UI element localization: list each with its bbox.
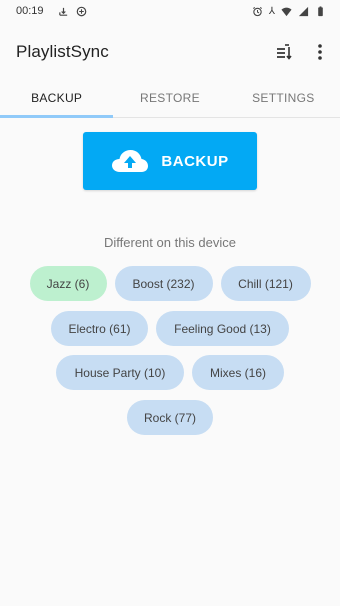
chip-chill[interactable]: Chill (121) bbox=[220, 266, 311, 301]
tab-bar: BACKUP RESTORE SETTINGS bbox=[0, 80, 340, 118]
chip-electro[interactable]: Electro (61) bbox=[51, 311, 148, 346]
app-bar: PlaylistSync bbox=[0, 24, 340, 80]
chip-rock[interactable]: Rock (77) bbox=[127, 400, 213, 435]
cloud-upload-icon bbox=[112, 150, 149, 172]
chip-row: Rock (77) bbox=[0, 400, 340, 435]
network-type-label: ⅄ bbox=[268, 6, 275, 17]
status-right-icons: ⅄ bbox=[252, 5, 326, 18]
app-title: PlaylistSync bbox=[16, 42, 109, 61]
alarm-icon bbox=[252, 6, 262, 17]
sort-icon bbox=[277, 44, 292, 60]
more-vert-icon bbox=[318, 44, 322, 60]
signal-icon bbox=[298, 6, 309, 17]
wifi-icon bbox=[281, 7, 292, 17]
section-label: Different on this device bbox=[104, 235, 236, 250]
chip-mixes[interactable]: Mixes (16) bbox=[192, 355, 284, 390]
data-saver-icon bbox=[76, 6, 87, 17]
chip-row: Electro (61) Feeling Good (13) bbox=[0, 311, 340, 346]
playlist-chip-group: Jazz (6) Boost (232) Chill (121) Electro… bbox=[0, 266, 340, 445]
status-time: 00:19 bbox=[16, 5, 44, 17]
download-icon bbox=[59, 7, 68, 16]
battery-icon bbox=[318, 6, 323, 17]
sort-button[interactable] bbox=[272, 40, 296, 64]
more-options-button[interactable] bbox=[310, 40, 330, 64]
chip-boost[interactable]: Boost (232) bbox=[114, 266, 213, 301]
tab-settings[interactable]: SETTINGS bbox=[227, 80, 340, 117]
status-bar: 00:19 ⅄ bbox=[0, 0, 340, 24]
backup-label: BACKUP bbox=[161, 152, 229, 170]
tab-restore[interactable]: RESTORE bbox=[113, 80, 226, 117]
chip-row: House Party (10) Mixes (16) bbox=[0, 355, 340, 390]
chip-house-party[interactable]: House Party (10) bbox=[56, 355, 184, 390]
chip-row: Jazz (6) Boost (232) Chill (121) bbox=[0, 266, 340, 301]
chip-jazz[interactable]: Jazz (6) bbox=[29, 266, 107, 301]
tab-backup[interactable]: BACKUP bbox=[0, 80, 114, 118]
status-left-icons bbox=[58, 5, 87, 18]
chip-feeling-good[interactable]: Feeling Good (13) bbox=[156, 311, 289, 346]
backup-button[interactable]: BACKUP bbox=[83, 132, 257, 190]
